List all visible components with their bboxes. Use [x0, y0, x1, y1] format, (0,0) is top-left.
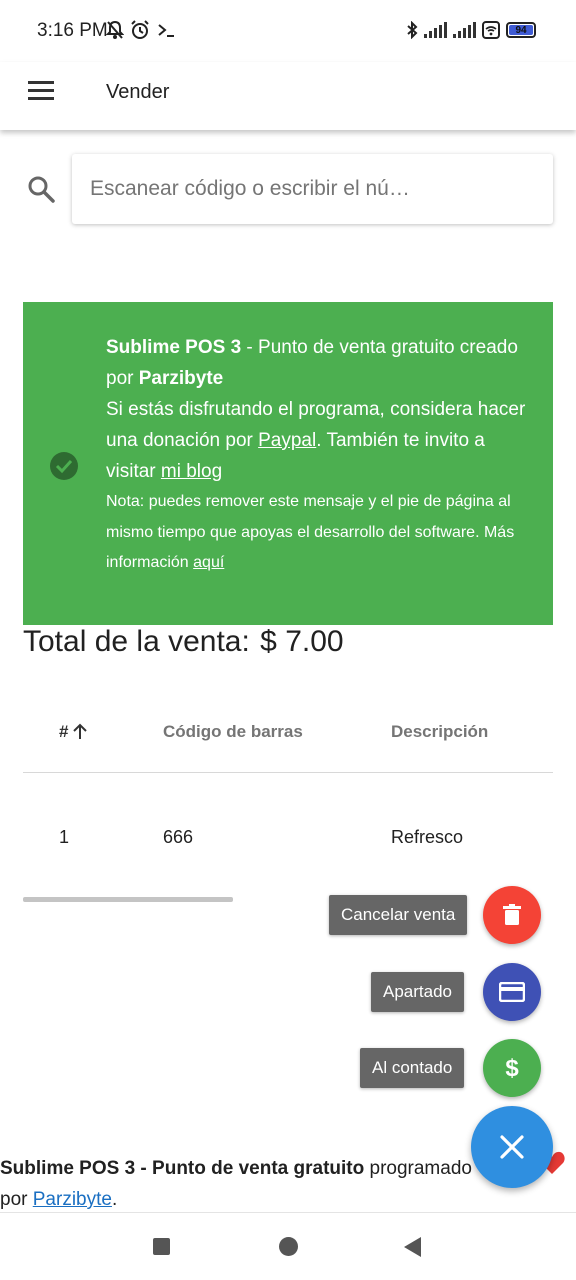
- total-value: $ 7.00: [260, 625, 344, 658]
- notice-author: Parzibyte: [138, 368, 224, 389]
- layaway-button[interactable]: [483, 963, 541, 1021]
- column-header-desc[interactable]: Descripción: [391, 722, 488, 742]
- column-header-num[interactable]: #: [59, 722, 88, 742]
- menu-icon[interactable]: [28, 81, 54, 101]
- wifi-icon: [482, 21, 500, 39]
- system-nav-bar: [0, 1212, 576, 1280]
- page-title: Vender: [106, 81, 170, 103]
- battery-icon: 94: [506, 22, 536, 38]
- layaway-label[interactable]: Apartado: [371, 972, 464, 1012]
- horizontal-scrollbar[interactable]: [23, 897, 233, 902]
- home-icon[interactable]: [279, 1237, 298, 1256]
- notice-text: Sublime POS 3 - Punto de venta gratuito …: [106, 332, 536, 579]
- app-bar: Vender: [0, 62, 576, 130]
- trash-icon: [503, 904, 521, 925]
- svg-text:$: $: [505, 1055, 519, 1081]
- bluetooth-icon: [407, 21, 418, 39]
- cancel-sale-label[interactable]: Cancelar venta: [329, 895, 468, 935]
- mute-bell-icon: [106, 20, 124, 39]
- search-field: [72, 154, 553, 224]
- cell-num: 1: [59, 827, 70, 847]
- donation-notice: Sublime POS 3 - Punto de venta gratuito …: [23, 302, 553, 625]
- status-left-icons: [106, 20, 176, 40]
- table-header: # Código de barras Descripción: [23, 700, 553, 773]
- notice-note-text: Nota: puedes remover este mensaje y el p…: [106, 493, 515, 571]
- cell-desc: Refresco: [391, 827, 464, 847]
- blog-link[interactable]: mi blog: [161, 461, 222, 482]
- footer-credits: Sublime POS 3 - Punto de venta gratuito …: [0, 1153, 500, 1215]
- recents-icon[interactable]: [153, 1238, 170, 1255]
- check-circle-icon: [50, 452, 78, 480]
- cash-sale-label[interactable]: Al contado: [360, 1048, 465, 1088]
- close-icon: [500, 1135, 524, 1159]
- close-fab-button[interactable]: [471, 1106, 553, 1188]
- search-icon: [28, 176, 55, 203]
- arrow-up-icon: [73, 723, 88, 739]
- total-label: Total de la venta:: [23, 625, 250, 658]
- credit-card-icon: [499, 982, 525, 1002]
- terminal-icon: [158, 24, 174, 37]
- table-row[interactable]: 1 666 Refresco: [23, 800, 553, 870]
- status-right-icons: 94: [406, 21, 536, 39]
- back-icon[interactable]: [404, 1237, 421, 1257]
- more-info-link[interactable]: aquí: [193, 554, 224, 571]
- cancel-sale-button[interactable]: [483, 886, 541, 944]
- sale-total: Total de la venta: $ 7.00: [23, 625, 344, 659]
- footer-end: .: [111, 1189, 118, 1210]
- search-input[interactable]: [72, 154, 553, 224]
- dollar-icon: $: [505, 1055, 519, 1081]
- footer-brand: Sublime POS 3 - Punto de venta gratuito: [0, 1158, 365, 1179]
- signal-icon: [424, 22, 447, 38]
- column-label-num: #: [59, 722, 69, 741]
- alarm-icon: [131, 20, 149, 39]
- column-header-code[interactable]: Código de barras: [163, 722, 303, 742]
- notice-note: Nota: puedes remover este mensaje y el p…: [106, 487, 536, 579]
- cell-code: 666: [163, 827, 194, 847]
- status-time: 3:16 PM: [37, 20, 108, 41]
- footer-author-link[interactable]: Parzibyte: [33, 1189, 112, 1210]
- status-bar: 3:16 PM 94: [0, 0, 576, 62]
- battery-level: 94: [515, 24, 527, 36]
- cash-sale-button[interactable]: $: [483, 1039, 541, 1097]
- notice-brand: Sublime POS 3: [106, 337, 242, 358]
- signal-icon: [453, 22, 476, 38]
- paypal-link[interactable]: Paypal: [258, 430, 316, 451]
